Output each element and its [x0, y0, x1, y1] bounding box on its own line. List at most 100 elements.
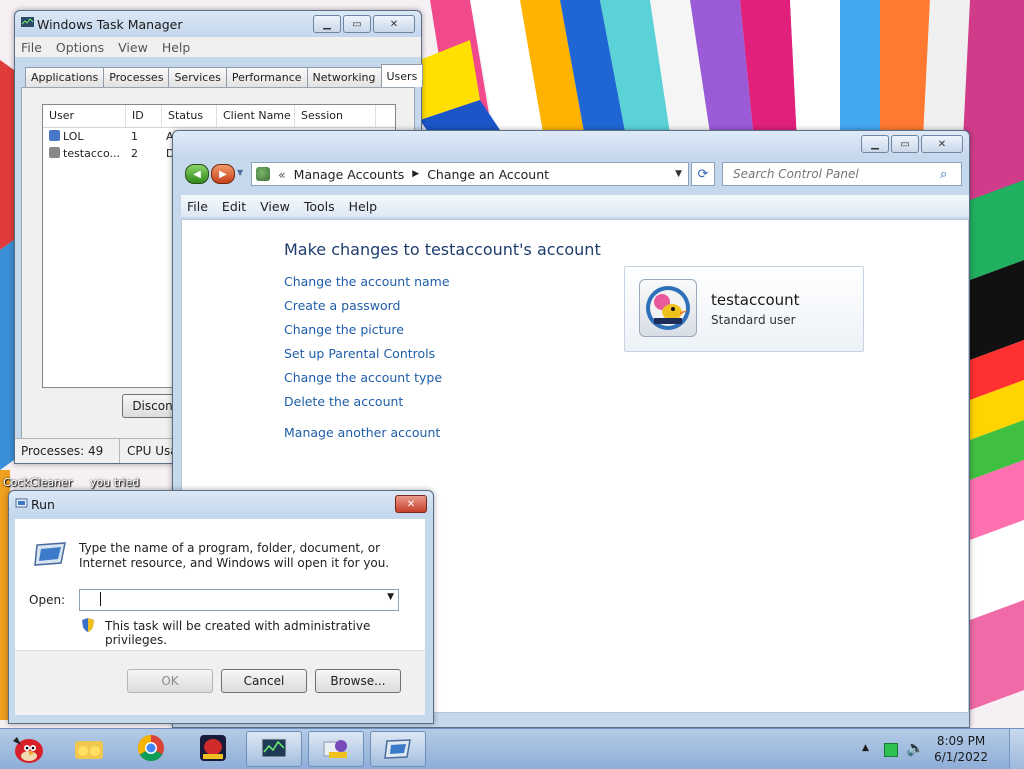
run-dialog[interactable]: Run ✕ Type the name of a program, folder…: [8, 490, 434, 724]
breadcrumb-change-account[interactable]: Change an Account: [427, 167, 549, 182]
task-manager-icon: [261, 738, 287, 758]
link-change-picture[interactable]: Change the picture: [284, 322, 404, 337]
users-table-header: User ID Status Client Name Session: [43, 105, 395, 128]
volume-icon[interactable]: 🔈: [906, 739, 925, 757]
desktop-label-you-tried[interactable]: you tried: [90, 476, 139, 489]
desktop-label-cockcleaner[interactable]: CockCleaner: [3, 476, 72, 489]
minimize-button[interactable]: ▁: [861, 135, 889, 153]
menu-help[interactable]: Help: [162, 40, 191, 55]
taskbar-control-panel-button[interactable]: [308, 731, 364, 767]
refresh-icon: ⟳: [697, 166, 709, 182]
close-button[interactable]: ✕: [921, 135, 963, 153]
maximize-button[interactable]: ▭: [891, 135, 919, 153]
close-icon: ✕: [937, 138, 947, 150]
angry-birds-space-icon: [200, 735, 226, 761]
show-desktop-button[interactable]: [1009, 729, 1024, 769]
breadcrumb-separator-icon[interactable]: ▶: [412, 169, 419, 179]
taskbar-chrome-button[interactable]: [124, 731, 178, 765]
minimize-icon: ▁: [871, 138, 879, 150]
search-box[interactable]: ⌕: [722, 162, 962, 186]
column-client-name[interactable]: Client Name: [217, 105, 295, 127]
users-icon: [256, 167, 270, 181]
menu-file[interactable]: File: [21, 40, 42, 55]
back-arrow-icon: ◀: [193, 168, 201, 180]
open-combobox[interactable]: ▼: [79, 589, 399, 611]
run-titlebar[interactable]: Run ✕: [9, 491, 433, 517]
menu-edit[interactable]: Edit: [222, 199, 246, 214]
start-button[interactable]: [4, 731, 50, 765]
column-session[interactable]: Session: [295, 105, 376, 127]
show-hidden-icons-icon[interactable]: ▲: [862, 743, 869, 753]
angry-bird-start-icon: [13, 737, 43, 763]
tab-performance[interactable]: Performance: [225, 67, 308, 87]
control-panel-titlebar[interactable]: ▁ ▭ ✕: [173, 131, 969, 157]
avatar: [639, 279, 697, 337]
open-label: Open:: [29, 593, 66, 607]
menu-view[interactable]: View: [260, 199, 290, 214]
search-input[interactable]: [731, 166, 940, 182]
network-status-icon[interactable]: [884, 743, 898, 757]
menu-view[interactable]: View: [118, 40, 148, 55]
dropdown-arrow-icon[interactable]: ▼: [387, 592, 394, 602]
back-button[interactable]: ◀: [185, 164, 209, 184]
run-button-area: OK Cancel Browse...: [15, 650, 425, 715]
link-change-account-type[interactable]: Change the account type: [284, 370, 442, 385]
menu-tools[interactable]: Tools: [304, 199, 335, 214]
clock-date: 6/1/2022: [934, 750, 988, 764]
maximize-button[interactable]: ▭: [343, 15, 371, 33]
link-create-password[interactable]: Create a password: [284, 298, 401, 313]
cancel-button[interactable]: Cancel: [221, 669, 307, 693]
run-program-icon: [34, 542, 66, 566]
column-user[interactable]: User: [43, 105, 126, 127]
close-button[interactable]: ✕: [373, 15, 415, 33]
ok-button[interactable]: OK: [127, 669, 213, 693]
row-user: LOL: [63, 130, 84, 143]
menu-file[interactable]: File: [187, 199, 208, 214]
link-change-account-name[interactable]: Change the account name: [284, 274, 450, 289]
close-icon: ✕: [389, 18, 399, 30]
forward-button[interactable]: ▶: [211, 164, 235, 184]
refresh-button[interactable]: ⟳: [691, 162, 715, 186]
close-button[interactable]: ✕: [395, 495, 427, 513]
link-manage-another-account[interactable]: Manage another account: [284, 425, 440, 440]
column-status[interactable]: Status: [162, 105, 217, 127]
chrome-icon: [137, 734, 164, 762]
menu-help[interactable]: Help: [349, 199, 378, 214]
uac-shield-icon: [82, 618, 94, 632]
tab-services[interactable]: Services: [168, 67, 227, 87]
tab-processes[interactable]: Processes: [103, 67, 170, 87]
task-manager-tabs: Applications Processes Services Performa…: [25, 64, 424, 87]
recent-pages-dropdown-icon[interactable]: ▼: [237, 164, 243, 184]
search-icon[interactable]: ⌕: [940, 167, 947, 182]
tab-applications[interactable]: Applications: [25, 67, 105, 87]
system-clock[interactable]: 8:09 PM 6/1/2022: [934, 733, 988, 765]
menu-options[interactable]: Options: [56, 40, 104, 55]
taskbar-task-manager-button[interactable]: [246, 731, 302, 767]
address-bar[interactable]: « Manage Accounts ▶ Change an Account ▼: [251, 162, 689, 186]
minimize-button[interactable]: ▁: [313, 15, 341, 33]
user-accounts-icon: [323, 740, 347, 758]
breadcrumb-manage-accounts[interactable]: Manage Accounts: [294, 167, 405, 182]
column-id[interactable]: ID: [126, 105, 162, 127]
run-icon: [384, 739, 411, 759]
task-manager-titlebar[interactable]: Windows Task Manager ▁ ▭ ✕: [15, 11, 421, 37]
minimize-icon: ▁: [323, 18, 331, 30]
link-parental-controls[interactable]: Set up Parental Controls: [284, 346, 435, 361]
taskbar-angry-birds-space-button[interactable]: [186, 731, 240, 765]
tab-networking[interactable]: Networking: [306, 67, 382, 87]
browse-button[interactable]: Browse...: [315, 669, 401, 693]
link-delete-account[interactable]: Delete the account: [284, 394, 403, 409]
taskbar-explorer-button[interactable]: [62, 731, 116, 765]
run-icon: [15, 498, 28, 508]
address-dropdown-icon[interactable]: ▼: [675, 169, 682, 179]
taskbar-run-button[interactable]: [370, 731, 426, 767]
text-cursor: [100, 592, 101, 606]
account-type: Standard user: [711, 313, 796, 327]
forward-arrow-icon: ▶: [219, 168, 227, 180]
task-manager-icon: [21, 17, 34, 27]
navigation-bar: ◀ ▶ ▼ « Manage Accounts ▶ Change an Acco…: [181, 161, 963, 187]
breadcrumb-overflow-icon[interactable]: «: [278, 167, 286, 182]
account-card: testaccount Standard user: [624, 266, 864, 352]
status-processes: Processes: 49: [21, 444, 104, 458]
tab-users[interactable]: Users: [380, 64, 424, 87]
